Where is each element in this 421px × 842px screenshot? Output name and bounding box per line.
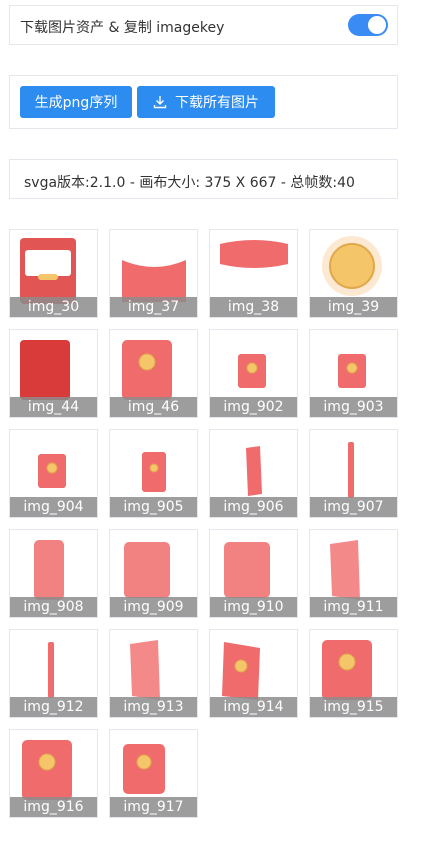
image-caption: img_39 <box>310 297 397 317</box>
image-tile-img_906[interactable]: img_906 <box>209 429 298 518</box>
image-tile-img_916[interactable]: img_916 <box>9 729 98 818</box>
image-caption: img_905 <box>110 497 197 517</box>
download-all-images-label: 下载所有图片 <box>175 95 259 111</box>
image-caption: img_44 <box>10 397 97 417</box>
image-caption: img_916 <box>10 797 97 817</box>
image-caption: img_37 <box>110 297 197 317</box>
download-assets-panel: 下载图片资产 & 复制 imagekey <box>9 5 398 45</box>
image-caption: img_903 <box>310 397 397 417</box>
image-tile-img_908[interactable]: img_908 <box>9 529 98 618</box>
image-tile-img_914[interactable]: img_914 <box>209 629 298 718</box>
svga-info-panel: svga版本:2.1.0 - 画布大小: 375 X 667 - 总帧数:40 <box>9 159 398 199</box>
image-tile-img_902[interactable]: img_902 <box>209 329 298 418</box>
image-caption: img_912 <box>10 697 97 717</box>
image-tile-img_907[interactable]: img_907 <box>309 429 398 518</box>
image-tile-img_46[interactable]: img_46 <box>109 329 198 418</box>
image-caption: img_902 <box>210 397 297 417</box>
toggle-knob <box>368 16 386 34</box>
action-buttons-panel: 生成png序列 下载所有图片 <box>9 75 398 129</box>
image-tile-img_915[interactable]: img_915 <box>309 629 398 718</box>
image-caption: img_913 <box>110 697 197 717</box>
image-tile-img_912[interactable]: img_912 <box>9 629 98 718</box>
download-assets-toggle[interactable] <box>348 14 388 36</box>
image-tile-img_903[interactable]: img_903 <box>309 329 398 418</box>
image-tile-img_917[interactable]: img_917 <box>109 729 198 818</box>
image-caption: img_910 <box>210 597 297 617</box>
image-tile-img_913[interactable]: img_913 <box>109 629 198 718</box>
generate-png-sequence-button[interactable]: 生成png序列 <box>20 86 132 118</box>
image-tile-img_39[interactable]: img_39 <box>309 229 398 318</box>
image-tile-img_909[interactable]: img_909 <box>109 529 198 618</box>
image-caption: img_30 <box>10 297 97 317</box>
image-tile-img_910[interactable]: img_910 <box>209 529 298 618</box>
image-tile-img_911[interactable]: img_911 <box>309 529 398 618</box>
image-tile-img_905[interactable]: img_905 <box>109 429 198 518</box>
download-icon <box>153 96 167 109</box>
image-caption: img_904 <box>10 497 97 517</box>
image-caption: img_917 <box>110 797 197 817</box>
image-caption: img_906 <box>210 497 297 517</box>
image-caption: img_38 <box>210 297 297 317</box>
image-caption: img_915 <box>310 697 397 717</box>
image-tile-img_37[interactable]: img_37 <box>109 229 198 318</box>
download-all-images-button[interactable]: 下载所有图片 <box>137 86 275 118</box>
image-caption: img_907 <box>310 497 397 517</box>
generate-png-sequence-label: 生成png序列 <box>34 95 118 111</box>
download-assets-label: 下载图片资产 & 复制 imagekey <box>20 20 225 36</box>
image-tile-img_30[interactable]: img_30 <box>9 229 98 318</box>
image-tile-img_904[interactable]: img_904 <box>9 429 98 518</box>
svga-info-text: svga版本:2.1.0 - 画布大小: 375 X 667 - 总帧数:40 <box>24 175 355 191</box>
image-caption: img_908 <box>10 597 97 617</box>
image-caption: img_911 <box>310 597 397 617</box>
image-caption: img_914 <box>210 697 297 717</box>
image-tile-img_38[interactable]: img_38 <box>209 229 298 318</box>
image-tile-img_44[interactable]: img_44 <box>9 329 98 418</box>
image-caption: img_46 <box>110 397 197 417</box>
image-caption: img_909 <box>110 597 197 617</box>
